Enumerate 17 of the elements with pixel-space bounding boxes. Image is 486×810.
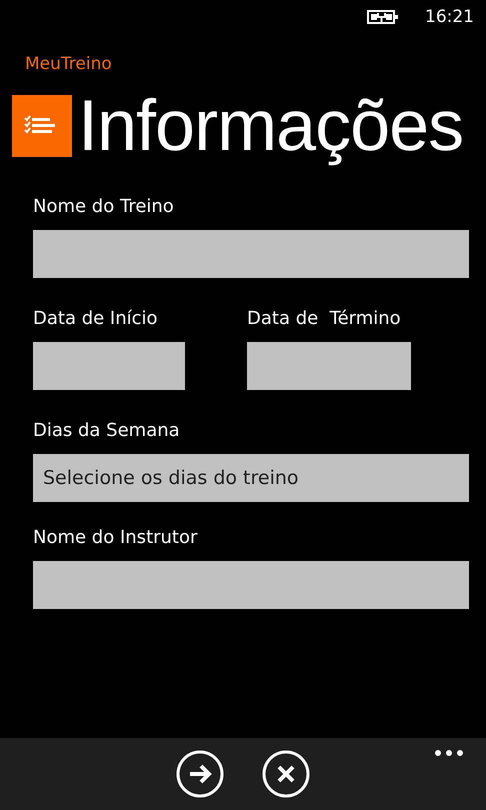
battery-charging-icon: [367, 9, 399, 25]
field-label: Nome do Instrutor: [33, 527, 198, 550]
field-label: Data de Início: [33, 308, 159, 331]
date-field[interactable]: [247, 342, 411, 390]
text-field[interactable]: [33, 230, 469, 278]
days-picker[interactable]: Selecione os dias do treino: [33, 454, 469, 502]
field-label: Data de Término: [247, 308, 402, 331]
checklist-icon: [12, 95, 72, 157]
text-field[interactable]: [33, 561, 469, 609]
date-field[interactable]: [33, 342, 185, 390]
more-icon[interactable]: [435, 750, 463, 756]
app-name: MeuTreino: [24, 53, 113, 76]
field-label: Nome do Treino: [33, 196, 175, 219]
close-icon[interactable]: [262, 750, 310, 798]
field-label: Dias da Semana: [33, 420, 181, 443]
page-title: Informações: [78, 86, 464, 166]
clock-time: 16:21: [425, 7, 474, 27]
